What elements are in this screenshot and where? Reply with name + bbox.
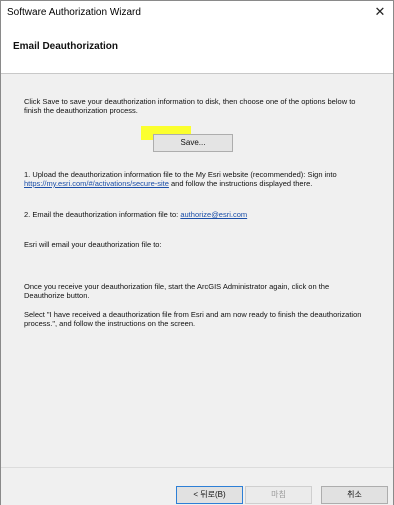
once-receive-text: Once you receive your deauthorization fi… (24, 282, 330, 300)
select-instruction-text: Select "I have received a deauthorizatio… (24, 310, 362, 328)
page-title: Email Deauthorization (13, 41, 119, 52)
step1-prefix: 1. Upload the deauthorization informatio… (24, 170, 337, 179)
wizard-content: Click Save to save your deauthorization … (1, 74, 393, 467)
back-button[interactable]: < 뒤로(B) (176, 486, 243, 504)
intro-text: Click Save to save your deauthorization … (24, 97, 356, 115)
step1-text: 1. Upload the deauthorization informatio… (24, 170, 369, 188)
authorize-email-link[interactable]: authorize@esri.com (180, 210, 247, 219)
wizard-footer: < 뒤로(B) 마침 취소 (1, 467, 393, 505)
title-bar: Software Authorization Wizard ✕ (1, 1, 393, 27)
save-button[interactable]: Save... (153, 134, 233, 152)
cancel-button[interactable]: 취소 (321, 486, 388, 504)
finish-button[interactable]: 마침 (245, 486, 312, 504)
close-icon[interactable]: ✕ (373, 5, 387, 19)
wizard-window: Software Authorization Wizard ✕ Email De… (0, 0, 394, 505)
my-esri-link[interactable]: https://my.esri.com/#/activations/secure… (24, 179, 169, 188)
window-title: Software Authorization Wizard (7, 7, 141, 18)
step2-prefix: 2. Email the deauthorization information… (24, 210, 181, 219)
esri-email-text: Esri will email your deauthorization fil… (24, 240, 162, 249)
wizard-header: Email Deauthorization (1, 27, 393, 74)
step2-text: 2. Email the deauthorization information… (24, 210, 369, 219)
step1-suffix: and follow the instructions displayed th… (168, 179, 313, 188)
